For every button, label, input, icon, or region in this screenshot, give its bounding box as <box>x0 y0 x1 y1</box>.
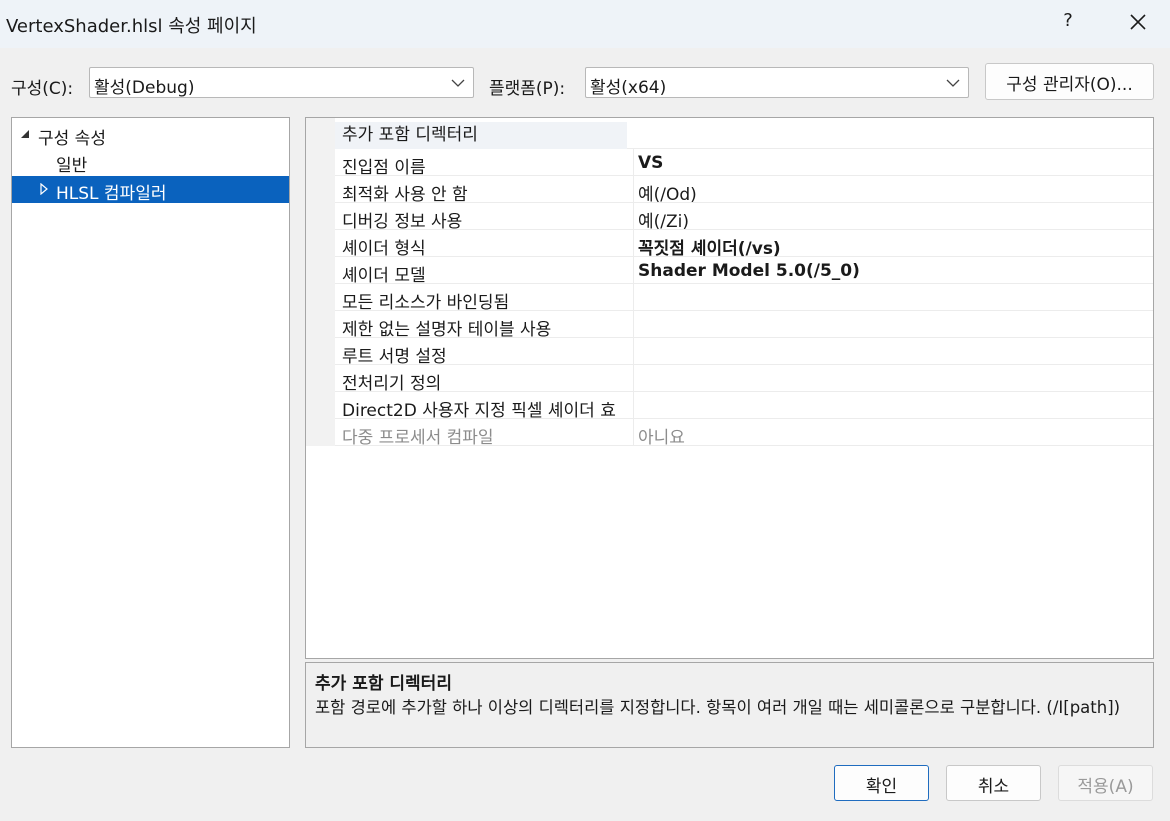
tree-item-hlsl-compiler[interactable]: HLSL 컴파일러 <box>12 176 289 204</box>
help-button[interactable]: ? <box>1058 10 1078 31</box>
config-manager-label: 구성 관리자(O)... <box>1006 75 1133 95</box>
window-title: VertexShader.hlsl 속성 페이지 <box>6 16 257 37</box>
platform-label: 플랫폼(P): <box>489 79 566 99</box>
property-value: 예(/Zi) <box>638 212 690 232</box>
property-row[interactable]: 모든 리소스가 바인딩됨 <box>335 284 1153 313</box>
cancel-button[interactable]: 취소 <box>946 765 1041 801</box>
property-row[interactable]: 셰이더 형식 꼭짓점 셰이더(/vs) <box>335 230 1153 259</box>
description-title: 추가 포함 디렉터리 <box>315 674 452 694</box>
chevron-down-icon <box>451 79 465 87</box>
column-divider <box>633 419 634 446</box>
property-row[interactable]: 진입점 이름 VS <box>335 149 1153 178</box>
column-divider <box>633 203 634 230</box>
expanded-triangle-icon[interactable] <box>19 128 31 140</box>
apply-button[interactable]: 적용(A) <box>1058 765 1153 801</box>
property-name: 다중 프로세서 컴파일 <box>342 428 494 448</box>
column-divider <box>633 311 634 338</box>
column-divider <box>633 365 634 392</box>
column-divider <box>633 338 634 365</box>
column-divider <box>633 392 634 419</box>
property-name: 디버깅 정보 사용 <box>342 212 463 232</box>
property-row[interactable]: 최적화 사용 안 함 예(/Od) <box>335 176 1153 205</box>
property-name: 제한 없는 설명자 테이블 사용 <box>342 320 552 340</box>
platform-dropdown[interactable]: 활성(x64) <box>585 67 969 98</box>
property-value: 예(/Od) <box>638 185 697 205</box>
config-label: 구성(C): <box>11 79 74 99</box>
config-value: 활성(Debug) <box>94 78 195 98</box>
property-row[interactable]: Direct2D 사용자 지정 픽셀 셰이더 효 <box>335 392 1153 421</box>
property-row[interactable]: 추가 포함 디렉터리 <box>335 122 1153 149</box>
property-value: Shader Model 5.0(/5_0) <box>638 261 860 281</box>
column-divider <box>633 230 634 257</box>
description-panel: 추가 포함 디렉터리 포함 경로에 추가할 하나 이상의 디렉터리를 지정합니다… <box>305 662 1154 748</box>
tree-item-config-properties[interactable]: 구성 속성 <box>12 121 289 149</box>
config-manager-button[interactable]: 구성 관리자(O)... <box>985 63 1154 100</box>
property-row[interactable]: 다중 프로세서 컴파일 아니요 <box>335 419 1153 448</box>
description-text: 포함 경로에 추가할 하나 이상의 디렉터리를 지정합니다. 항목이 여러 개일… <box>315 698 1121 717</box>
column-divider <box>633 257 634 284</box>
property-name: 전처리기 정의 <box>342 374 442 394</box>
ok-label: 확인 <box>865 777 898 797</box>
column-divider <box>633 149 634 176</box>
property-row[interactable]: 루트 서명 설정 <box>335 338 1153 367</box>
property-row[interactable]: 전처리기 정의 <box>335 365 1153 394</box>
config-dropdown[interactable]: 활성(Debug) <box>89 67 474 98</box>
property-value: VS <box>638 153 664 173</box>
property-name: 셰이더 모델 <box>342 266 426 286</box>
close-button[interactable] <box>1122 6 1154 38</box>
tree-item-label: 일반 <box>56 156 88 176</box>
ok-button[interactable]: 확인 <box>834 765 929 801</box>
property-name: 루트 서명 설정 <box>342 347 447 367</box>
property-row[interactable]: 제한 없는 설명자 테이블 사용 <box>335 311 1153 340</box>
grid-gutter <box>306 118 335 446</box>
chevron-down-icon <box>946 79 960 87</box>
property-name: 진입점 이름 <box>342 158 426 178</box>
property-name: 모든 리소스가 바인딩됨 <box>342 293 510 313</box>
tree-item-label: 구성 속성 <box>38 129 106 149</box>
close-icon <box>1130 14 1146 30</box>
property-name: 최적화 사용 안 함 <box>342 185 468 205</box>
title-bar: VertexShader.hlsl 속성 페이지 ? <box>0 0 1170 48</box>
property-tree: 구성 속성 일반 HLSL 컴파일러 <box>11 117 290 748</box>
platform-value: 활성(x64) <box>590 78 667 98</box>
property-name: Direct2D 사용자 지정 픽셀 셰이더 효 <box>342 401 616 421</box>
property-row[interactable]: 디버깅 정보 사용 예(/Zi) <box>335 203 1153 232</box>
property-value: 아니요 <box>638 428 685 448</box>
column-divider <box>633 284 634 311</box>
tree-item-general[interactable]: 일반 <box>12 148 289 176</box>
property-row[interactable]: 셰이더 모델 Shader Model 5.0(/5_0) <box>335 257 1153 286</box>
property-grid: 추가 포함 디렉터리 진입점 이름 VS 최적화 사용 안 함 예(/Od) 디… <box>305 117 1154 659</box>
property-value: 꼭짓점 셰이더(/vs) <box>638 239 781 259</box>
column-divider <box>633 176 634 203</box>
cancel-label: 취소 <box>977 777 1010 797</box>
collapsed-triangle-icon[interactable] <box>38 183 50 195</box>
apply-label: 적용(A) <box>1077 777 1134 797</box>
tree-item-label: HLSL 컴파일러 <box>56 184 167 204</box>
property-name: 추가 포함 디렉터리 <box>335 122 627 149</box>
property-name: 셰이더 형식 <box>342 239 426 259</box>
